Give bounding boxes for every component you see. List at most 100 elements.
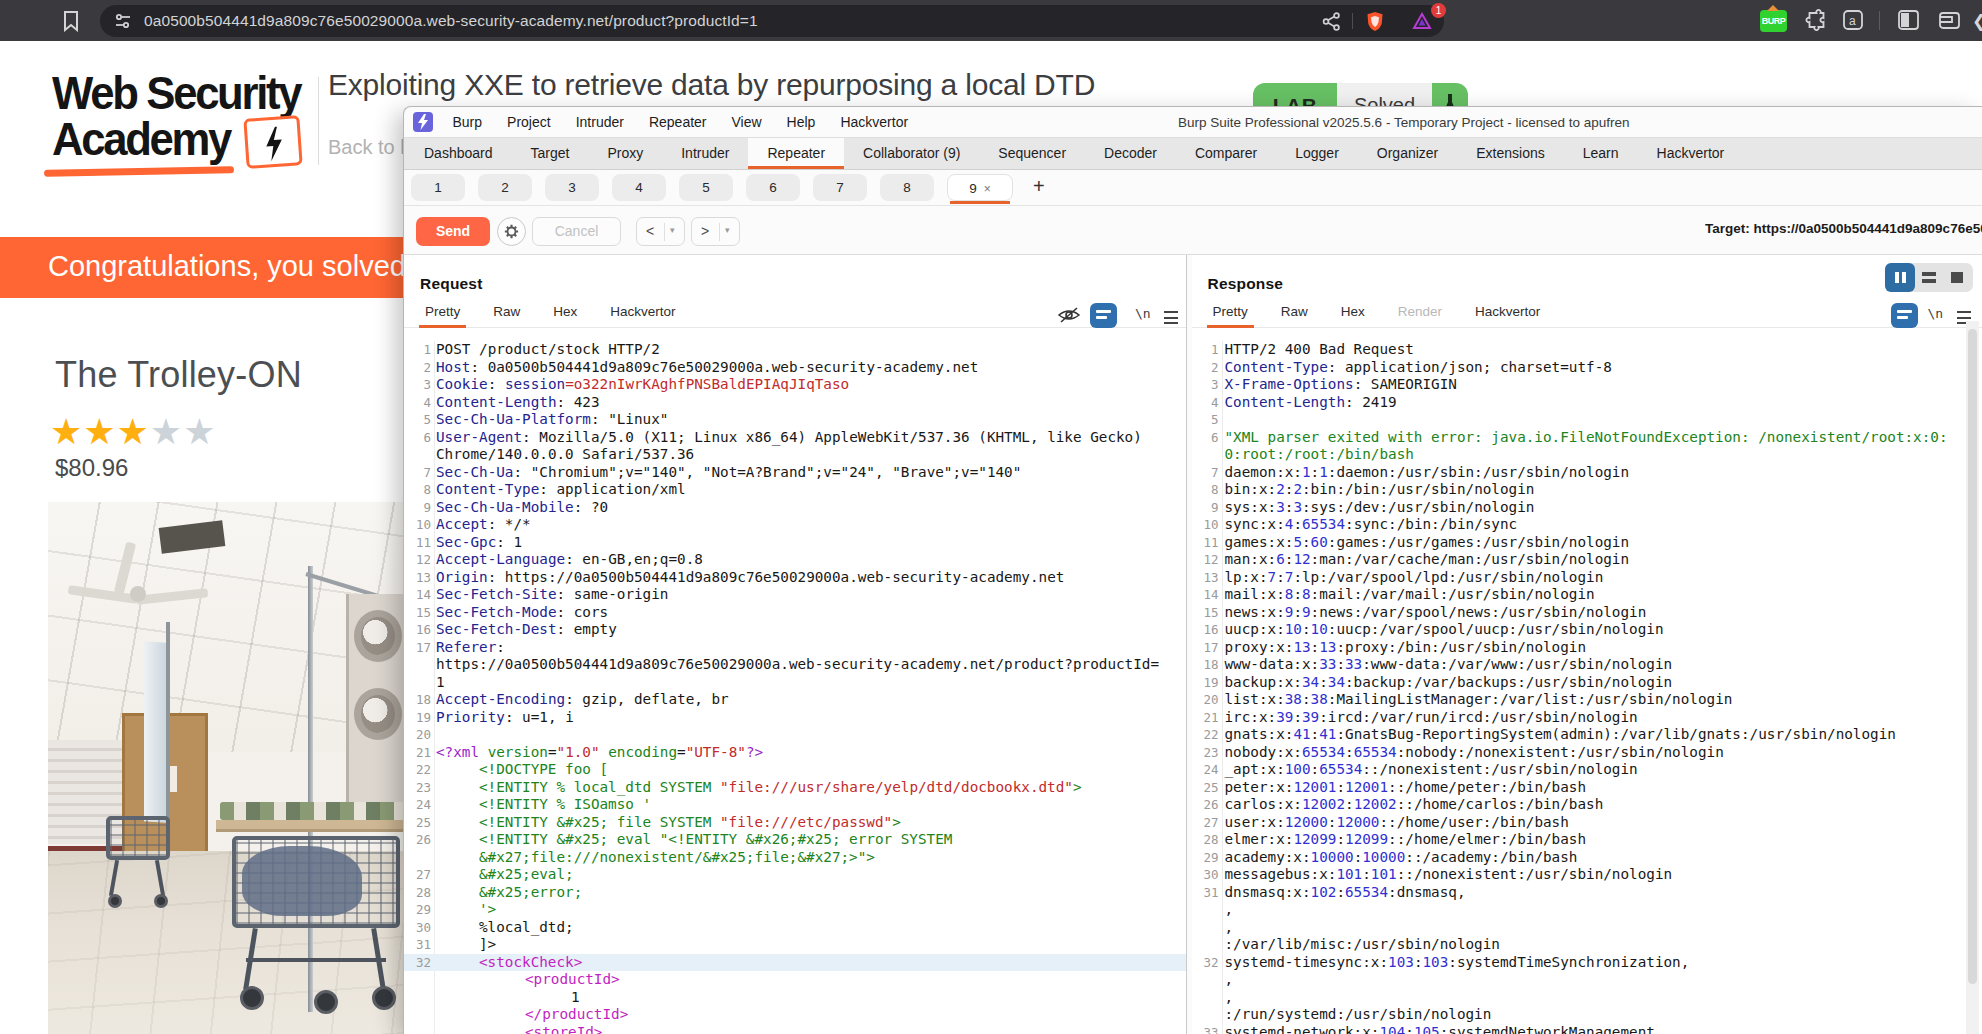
url-text[interactable]: 0a0500b504441d9a809c76e50029000a.web-sec…: [144, 12, 758, 30]
response-line: 6"XML parser exited with error: java.io.…: [1192, 429, 1982, 447]
tab-extensions[interactable]: Extensions: [1457, 138, 1563, 169]
response-line: 29academy:x:10000:10000::/academy:/bin/b…: [1192, 849, 1982, 867]
line-number: 18: [1192, 656, 1219, 674]
repeater-tab-8[interactable]: 8: [880, 174, 934, 201]
repeater-tab-6[interactable]: 6: [746, 174, 800, 201]
line-number: 11: [404, 534, 431, 552]
tab-comparer[interactable]: Comparer: [1176, 138, 1276, 169]
tab-sequencer[interactable]: Sequencer: [979, 138, 1085, 169]
tab-learn[interactable]: Learn: [1564, 138, 1638, 169]
extensions-puzzle-icon[interactable]: [1804, 9, 1826, 31]
line-number: 3: [1192, 376, 1219, 394]
tab-target[interactable]: Target: [512, 138, 589, 169]
tab-dashboard[interactable]: Dashboard: [405, 138, 512, 169]
view-tab-raw[interactable]: Raw: [1279, 297, 1310, 327]
view-tab-hackvertor[interactable]: Hackvertor: [608, 297, 677, 327]
request-line: Chrome/140.0.0.0 Safari/537.36: [404, 446, 1186, 464]
address-bar[interactable]: 0a0500b504441d9a809c76e50029000a.web-sec…: [100, 5, 1444, 37]
brave-rewards-icon[interactable]: [1412, 12, 1432, 31]
repeater-tab-2[interactable]: 2: [478, 174, 532, 201]
layout-columns-button[interactable]: [1885, 263, 1915, 292]
menu-intruder[interactable]: Intruder: [563, 114, 636, 130]
settings-gear-button[interactable]: [497, 217, 526, 246]
sidebar-icon[interactable]: [1897, 9, 1920, 31]
response-scrollbar-thumb[interactable]: [1968, 329, 1977, 984]
line-number: 17: [1192, 639, 1219, 657]
response-line: ,: [1192, 989, 1982, 1007]
brave-shield-icon[interactable]: [1365, 11, 1385, 32]
line-number: 9: [1192, 499, 1219, 517]
history-back-button[interactable]: <▾: [636, 217, 685, 246]
history-forward-button[interactable]: >▾: [691, 217, 740, 246]
show-newlines-icon[interactable]: \n: [1928, 306, 1944, 321]
menu-view[interactable]: View: [719, 114, 774, 130]
site-settings-icon[interactable]: [114, 13, 132, 29]
menu-project[interactable]: Project: [495, 114, 564, 130]
tab-collaborator-9-[interactable]: Collaborator (9): [844, 138, 979, 169]
tab-decoder[interactable]: Decoder: [1085, 138, 1176, 169]
product-price: $80.96: [55, 454, 128, 482]
view-tab-hex[interactable]: Hex: [1339, 297, 1367, 327]
response-scrollbar[interactable]: [1966, 321, 1979, 1034]
close-tab-icon[interactable]: ×: [984, 182, 991, 196]
menu-help[interactable]: Help: [774, 114, 828, 130]
overflow-chevron-icon[interactable]: ❮: [1972, 11, 1982, 32]
send-button[interactable]: Send: [416, 217, 490, 246]
show-newlines-icon[interactable]: \n: [1135, 306, 1151, 321]
wallet-icon[interactable]: [1938, 9, 1961, 31]
line-number: 28: [1192, 831, 1219, 849]
new-repeater-tab-button[interactable]: +: [1033, 175, 1045, 198]
editor-menu-icon[interactable]: [1164, 311, 1178, 324]
repeater-tab-1[interactable]: 1: [411, 174, 465, 201]
response-line: 16uucp:x:10:10:uucp:/var/spool/uucp:/usr…: [1192, 621, 1982, 639]
request-line: 14Sec-Fetch-Site: same-origin: [404, 586, 1186, 604]
response-editor[interactable]: 1HTTP/2 400 Bad Request2Content-Type: ap…: [1192, 341, 1982, 1034]
burp-extension-icon[interactable]: BURP: [1760, 10, 1787, 32]
repeater-tab-5[interactable]: 5: [679, 174, 733, 201]
view-tab-render[interactable]: Render: [1396, 297, 1444, 327]
tab-proxy[interactable]: Proxy: [588, 138, 662, 169]
menu-repeater[interactable]: Repeater: [636, 114, 719, 130]
response-title: Response: [1208, 275, 1284, 293]
repeater-tabs: 12345678 9× +: [404, 170, 1982, 206]
menu-hackvertor[interactable]: Hackvertor: [828, 114, 921, 130]
menu-burp[interactable]: Burp: [440, 114, 495, 130]
tab-organizer[interactable]: Organizer: [1358, 138, 1457, 169]
tab-logger[interactable]: Logger: [1276, 138, 1358, 169]
response-line: 20list:x:38:38:MailingListManager:/var/l…: [1192, 691, 1982, 709]
tab-repeater[interactable]: Repeater: [748, 138, 844, 169]
layout-rows-button[interactable]: [1922, 272, 1936, 283]
view-tab-hackvertor[interactable]: Hackvertor: [1473, 297, 1542, 327]
repeater-tab-4[interactable]: 4: [612, 174, 666, 201]
tab-search-icon[interactable]: a: [1842, 9, 1864, 31]
wrap-lines-icon[interactable]: [1090, 303, 1117, 328]
line-number: 26: [404, 831, 431, 849]
view-tab-pretty[interactable]: Pretty: [423, 297, 462, 327]
share-icon[interactable]: [1322, 12, 1341, 31]
view-tab-pretty[interactable]: Pretty: [1211, 297, 1250, 327]
repeater-tab-3[interactable]: 3: [545, 174, 599, 201]
product-rating: ★★★★★: [50, 411, 216, 453]
bookmark-icon[interactable]: [61, 10, 81, 32]
view-tab-hex[interactable]: Hex: [551, 297, 579, 327]
request-line: 9Sec-Ch-Ua-Mobile: ?0: [404, 499, 1186, 517]
line-number: 12: [1192, 551, 1219, 569]
logo-text-line2[interactable]: Academy: [52, 111, 230, 166]
cancel-button[interactable]: Cancel: [532, 217, 621, 246]
line-number: 17: [404, 639, 431, 657]
line-number: 29: [404, 901, 431, 919]
request-line: 18Accept-Encoding: gzip, deflate, br: [404, 691, 1186, 709]
request-line: 29'>: [404, 901, 1186, 919]
repeater-tab-7[interactable]: 7: [813, 174, 867, 201]
layout-single-button[interactable]: [1951, 272, 1963, 283]
wrap-lines-icon[interactable]: [1891, 303, 1918, 328]
hide-nonprintable-icon[interactable]: [1057, 305, 1081, 325]
line-number: 8: [404, 481, 431, 499]
tab-hackvertor[interactable]: Hackvertor: [1638, 138, 1744, 169]
view-tab-raw[interactable]: Raw: [491, 297, 522, 327]
repeater-tab-9[interactable]: 9×: [947, 174, 1013, 201]
tab-intruder[interactable]: Intruder: [662, 138, 748, 169]
request-editor[interactable]: 1POST /product/stock HTTP/22Host: 0a0500…: [404, 341, 1186, 1034]
request-line: <storeId>: [404, 1024, 1186, 1034]
line-number: 1: [1192, 341, 1219, 359]
